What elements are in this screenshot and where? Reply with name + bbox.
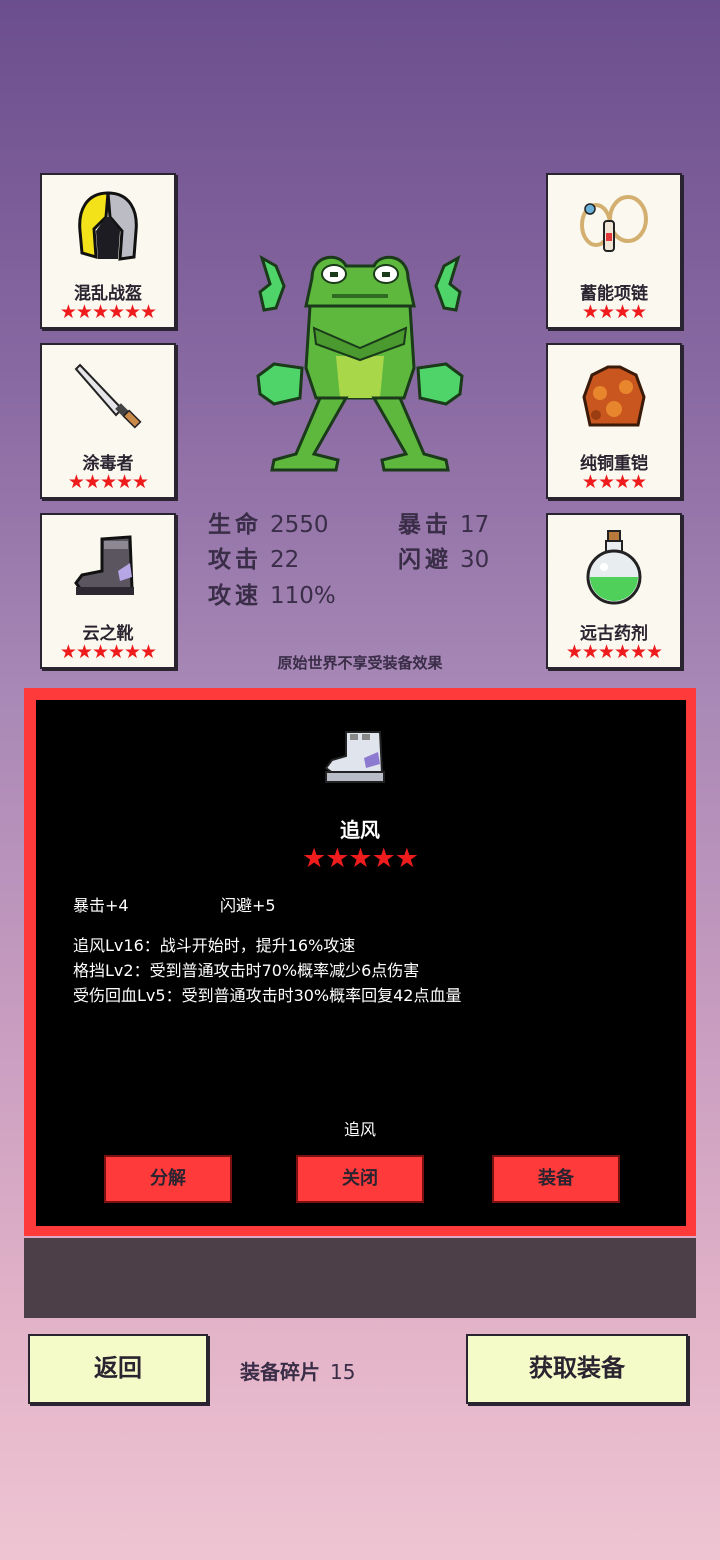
equip-slot-armor[interactable]: 纯铜重铠 ★★★★ (546, 343, 682, 499)
close-button[interactable]: 关闭 (296, 1155, 424, 1203)
helmet-icon (78, 191, 138, 261)
item-star-rating: ★★★★★ (301, 843, 419, 874)
equip-slot-necklace[interactable]: 蓄能项链 ★★★★ (546, 173, 682, 329)
equipment-note: 原始世界不享受装备效果 (277, 654, 443, 672)
stat-label: 攻击 (208, 547, 262, 573)
equip-button[interactable]: 装备 (492, 1155, 620, 1203)
armor-icon (582, 365, 646, 427)
potion-icon (586, 530, 642, 605)
stat-value: 30 (460, 547, 490, 573)
item-title: 追风 (340, 818, 380, 842)
stat-label: 暴击 (398, 512, 452, 538)
item-attr-dodge: 闪避+5 (220, 896, 276, 915)
stat-value: 22 (270, 547, 300, 573)
stat-attack-speed: 攻速 110% (208, 576, 336, 610)
star-rating: ★★★★ (581, 471, 647, 493)
equip-slot-weapon[interactable]: 涂毒者 ★★★★★ (40, 343, 176, 499)
equip-slot-boots[interactable]: 云之靴 ★★★★★★ (40, 513, 176, 669)
boots-icon (74, 535, 134, 595)
star-rating: ★★★★ (581, 301, 647, 323)
item-skill-2: 格挡Lv2：受到普通攻击时70%概率减少6点伤害 (73, 961, 420, 980)
item-attr-crit: 暴击+4 (73, 896, 129, 915)
item-skill-1: 追风Lv16：战斗开始时，提升16%攻速 (73, 936, 356, 955)
back-button[interactable]: 返回 (28, 1334, 208, 1404)
item-subtitle: 追风 (343, 1120, 376, 1139)
star-rating: ★★★★★ (67, 471, 149, 493)
stat-dodge: 闪避 30 (398, 540, 489, 574)
shards-count: 15 (330, 1360, 356, 1384)
stat-value: 17 (460, 512, 490, 538)
stat-value: 2550 (270, 512, 329, 538)
stat-crit: 暴击 17 (398, 505, 489, 539)
equip-slot-helmet[interactable]: 混乱战盔 ★★★★★★ (40, 173, 176, 329)
stat-attack: 攻击 22 (208, 540, 299, 574)
stat-label: 生命 (208, 512, 262, 538)
item-boots-icon (324, 731, 385, 783)
shards-label: 装备碎片 (240, 1360, 320, 1384)
necklace-icon (580, 195, 648, 252)
stat-value: 110% (270, 583, 336, 609)
dagger-icon (74, 363, 142, 429)
equip-slot-potion[interactable]: 远古药剂 ★★★★★★ (546, 513, 682, 669)
get-equipment-button[interactable]: 获取装备 (466, 1334, 688, 1404)
stat-hp: 生命 2550 (208, 505, 329, 539)
panel-shadow (24, 1238, 696, 1318)
item-skill-3: 受伤回血Lv5：受到普通攻击时30%概率回复42点血量 (73, 986, 462, 1005)
stat-label: 攻速 (208, 583, 262, 609)
frog-hero-character (256, 254, 464, 472)
decompose-button[interactable]: 分解 (104, 1155, 232, 1203)
equipment-shards: 装备碎片 15 (240, 1356, 355, 1385)
stat-label: 闪避 (398, 547, 452, 573)
star-rating: ★★★★★★ (59, 301, 157, 323)
